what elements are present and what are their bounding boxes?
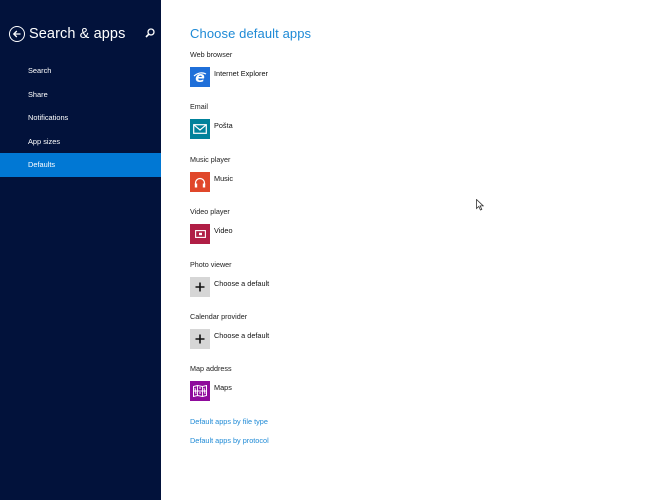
- sidebar-item-search[interactable]: Search: [0, 59, 161, 83]
- section-music-player: Music player Music: [190, 155, 490, 192]
- sidebar-nav: Search Share Notifications App sizes Def…: [0, 59, 161, 177]
- app-name: Choose a default: [214, 331, 270, 340]
- sidebar-title: Search & apps: [29, 26, 126, 42]
- section-email: Email Pošta: [190, 102, 490, 139]
- mail-icon: [190, 119, 210, 139]
- mouse-cursor-icon: [476, 199, 484, 211]
- app-name: Video: [214, 226, 233, 235]
- sidebar-item-share[interactable]: Share: [0, 83, 161, 107]
- default-apps-by-file-type-link[interactable]: Default apps by file type: [190, 417, 268, 426]
- app-name: Maps: [214, 383, 232, 392]
- section-label: Email: [190, 102, 208, 111]
- plus-icon: [190, 277, 210, 297]
- section-calendar-provider: Calendar provider Choose a default: [190, 312, 490, 349]
- sidebar-header: Search & apps: [9, 24, 159, 44]
- section-label: Music player: [190, 155, 231, 164]
- svg-text:e: e: [195, 70, 205, 84]
- section-label: Photo viewer: [190, 260, 232, 269]
- app-name: Choose a default: [214, 279, 270, 288]
- plus-icon: [190, 329, 210, 349]
- section-video-player: Video player Video: [190, 207, 490, 244]
- section-label: Video player: [190, 207, 230, 216]
- internet-explorer-icon: e: [190, 67, 210, 87]
- sidebar: Search & apps Search Share Notifications…: [0, 0, 161, 500]
- video-icon: [190, 224, 210, 244]
- maps-icon: [190, 381, 210, 401]
- default-app-web-browser[interactable]: e Internet Explorer: [190, 67, 490, 87]
- back-arrow-icon: [12, 30, 21, 38]
- back-button[interactable]: [9, 26, 25, 42]
- default-app-map-address[interactable]: Maps: [190, 381, 490, 401]
- sidebar-item-label: Share: [28, 89, 48, 99]
- search-icon[interactable]: [144, 27, 156, 39]
- section-label: Map address: [190, 364, 232, 373]
- section-web-browser: Web browser e Internet Explorer: [190, 50, 490, 87]
- sidebar-item-label: App sizes: [28, 136, 61, 146]
- sidebar-item-label: Notifications: [28, 113, 69, 123]
- sidebar-item-label: Search: [28, 66, 52, 76]
- sidebar-item-notifications[interactable]: Notifications: [0, 106, 161, 130]
- section-label: Calendar provider: [190, 312, 248, 321]
- default-app-video-player[interactable]: Video: [190, 224, 490, 244]
- app-name: Internet Explorer: [214, 69, 268, 78]
- sidebar-item-label: Defaults: [28, 160, 56, 170]
- default-app-photo-viewer[interactable]: Choose a default: [190, 277, 490, 297]
- default-app-music-player[interactable]: Music: [190, 172, 490, 192]
- sidebar-item-defaults[interactable]: Defaults: [0, 153, 161, 177]
- headphones-icon: [190, 172, 210, 192]
- page-title: Choose default apps: [190, 26, 312, 41]
- app-name: Pošta: [214, 121, 233, 130]
- default-app-calendar-provider[interactable]: Choose a default: [190, 329, 490, 349]
- default-apps-by-protocol-link[interactable]: Default apps by protocol: [190, 436, 269, 445]
- app-name: Music: [214, 174, 234, 183]
- section-photo-viewer: Photo viewer Choose a default: [190, 260, 490, 297]
- section-label: Web browser: [190, 50, 233, 59]
- default-app-email[interactable]: Pošta: [190, 119, 490, 139]
- sidebar-item-app-sizes[interactable]: App sizes: [0, 130, 161, 154]
- main-content: Choose default apps Web browser e Intern…: [190, 0, 667, 500]
- section-map-address: Map address Maps: [190, 364, 490, 401]
